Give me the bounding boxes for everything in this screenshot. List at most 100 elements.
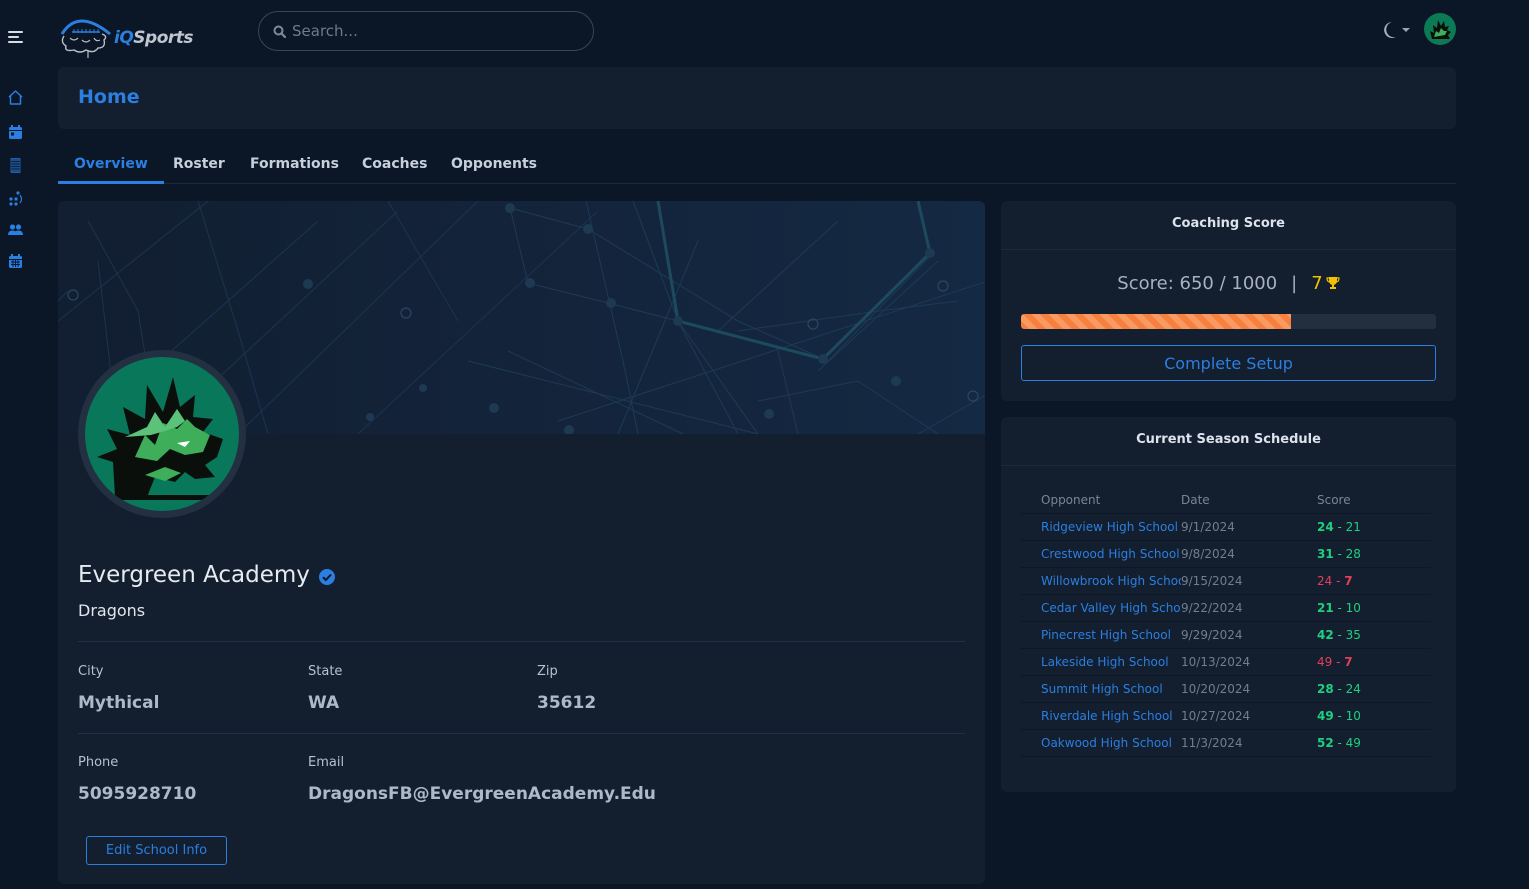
user-avatar[interactable]: [1424, 13, 1456, 45]
score-text: Score: 650 / 1000: [1117, 273, 1278, 294]
opponent-link[interactable]: Ridgeview High School: [1021, 513, 1181, 541]
score-dash: -: [1333, 681, 1346, 696]
opponent-score: 24: [1345, 681, 1361, 696]
table-row: Willowbrook High School 9/15/2024 24 - 7: [1021, 567, 1431, 595]
edit-school-info-button[interactable]: Edit School Info: [86, 836, 227, 865]
school-mascot: Dragons: [78, 601, 146, 620]
school-name-text: Evergreen Academy: [78, 562, 310, 588]
table-row: Summit High School 10/20/2024 28 - 24: [1021, 675, 1431, 703]
team-score: 31: [1317, 546, 1334, 561]
opponent-link[interactable]: Pinecrest High School: [1021, 621, 1181, 649]
menu-toggle-icon[interactable]: [8, 31, 23, 43]
schedule-title: Current Season Schedule: [1136, 432, 1321, 447]
zip-value: 35612: [537, 693, 597, 713]
search-icon: [273, 25, 286, 38]
email-label: Email: [308, 755, 345, 770]
page-header: Home: [58, 67, 1456, 129]
formation-icon[interactable]: [7, 190, 24, 207]
school-card: Evergreen Academy Dragons City Mythical …: [58, 201, 985, 884]
game-date: 9/1/2024: [1181, 513, 1317, 541]
opponent-score: 35: [1345, 627, 1361, 642]
opponent-score: 7: [1344, 573, 1353, 588]
field-icon[interactable]: [7, 157, 24, 174]
phone-label: Phone: [78, 755, 119, 770]
game-date: 10/13/2024: [1181, 648, 1317, 676]
divider: [1001, 465, 1456, 466]
search-input[interactable]: [292, 22, 572, 40]
opponent-link[interactable]: Crestwood High School: [1021, 540, 1181, 568]
opponent-score: 28: [1345, 546, 1361, 561]
city-label: City: [78, 664, 104, 679]
verified-badge-icon: [318, 569, 335, 585]
score-dash: -: [1333, 519, 1346, 534]
table-header-row: Opponent Date Score: [1021, 487, 1431, 514]
state-label: State: [308, 664, 343, 679]
sidebar: [0, 0, 32, 889]
opponent-score: 21: [1345, 519, 1361, 534]
game-score: 21 - 10: [1317, 594, 1431, 622]
table-row: Ridgeview High School 9/1/2024 24 - 21: [1021, 513, 1431, 541]
team-score: 49: [1317, 708, 1334, 723]
opponent-score: 49: [1345, 735, 1361, 750]
divider: [78, 733, 965, 734]
complete-setup-button[interactable]: Complete Setup: [1021, 345, 1436, 381]
divider: [1001, 249, 1456, 250]
opponent-link[interactable]: Riverdale High School: [1021, 702, 1181, 730]
tab-coaches[interactable]: Coaches: [346, 146, 443, 184]
users-icon[interactable]: [7, 221, 24, 238]
table-row: Lakeside High School 10/13/2024 49 - 7: [1021, 648, 1431, 676]
school-logo: [78, 350, 246, 518]
column-header-score: Score: [1317, 487, 1431, 514]
coaching-score-card: Coaching Score Score: 650 / 1000 | 7 Compl…: [1001, 201, 1456, 401]
game-score: 28 - 24: [1317, 675, 1431, 703]
zip-label: Zip: [537, 664, 558, 679]
opponent-link[interactable]: Lakeside High School: [1021, 648, 1181, 676]
schedule-table: Opponent Date Score Ridgeview High Schoo…: [1021, 487, 1431, 757]
brand-prefix: iQ: [114, 28, 134, 48]
theme-toggle[interactable]: [1380, 20, 1410, 40]
game-score: 31 - 28: [1317, 540, 1431, 568]
search-bar: [258, 11, 594, 51]
game-date: 11/3/2024: [1181, 729, 1317, 757]
opponent-link[interactable]: Oakwood High School: [1021, 729, 1181, 757]
opponent-link[interactable]: Summit High School: [1021, 675, 1181, 703]
tab-overview[interactable]: Overview: [58, 146, 164, 184]
tab-opponents[interactable]: Opponents: [435, 146, 553, 184]
column-header-date: Date: [1181, 487, 1317, 514]
score-dash: -: [1332, 573, 1345, 588]
page-title: Home: [78, 86, 140, 108]
score-progress-bar: [1021, 314, 1436, 329]
team-score: 49: [1317, 654, 1333, 669]
game-date: 10/20/2024: [1181, 675, 1317, 703]
calendar-icon[interactable]: [7, 124, 24, 141]
divider: [78, 641, 965, 642]
score-dash: -: [1333, 546, 1346, 561]
opponent-score: 10: [1345, 708, 1361, 723]
game-date: 9/15/2024: [1181, 567, 1317, 595]
score-separator: |: [1291, 273, 1298, 294]
city-value: Mythical: [78, 693, 160, 713]
phone-value: 5095928710: [78, 784, 197, 804]
dragon-mascot-icon: [97, 377, 235, 500]
score-progress-fill: [1021, 314, 1291, 329]
tab-roster[interactable]: Roster: [157, 146, 241, 184]
trophy-icon: [1326, 277, 1340, 289]
home-icon[interactable]: [7, 89, 24, 106]
iqsports-logo[interactable]: iQSports: [58, 12, 198, 60]
table-row: Riverdale High School 10/27/2024 49 - 10: [1021, 702, 1431, 730]
score-dash: -: [1333, 600, 1346, 615]
team-score: 24: [1317, 519, 1334, 534]
opponent-link[interactable]: Cedar Valley High School: [1021, 594, 1181, 622]
game-date: 9/22/2024: [1181, 594, 1317, 622]
opponent-score: 7: [1344, 654, 1353, 669]
tab-formations[interactable]: Formations: [234, 146, 355, 184]
calendar-grid-icon[interactable]: [7, 253, 24, 270]
game-score: 24 - 7: [1317, 567, 1431, 595]
game-score: 52 - 49: [1317, 729, 1431, 757]
moon-icon: [1384, 22, 1396, 38]
game-date: 9/8/2024: [1181, 540, 1317, 568]
opponent-link[interactable]: Willowbrook High School: [1021, 567, 1181, 595]
game-date: 10/27/2024: [1181, 702, 1317, 730]
score-dash: -: [1333, 708, 1346, 723]
email-value: DragonsFB@EvergreenAcademy.Edu: [308, 784, 656, 804]
